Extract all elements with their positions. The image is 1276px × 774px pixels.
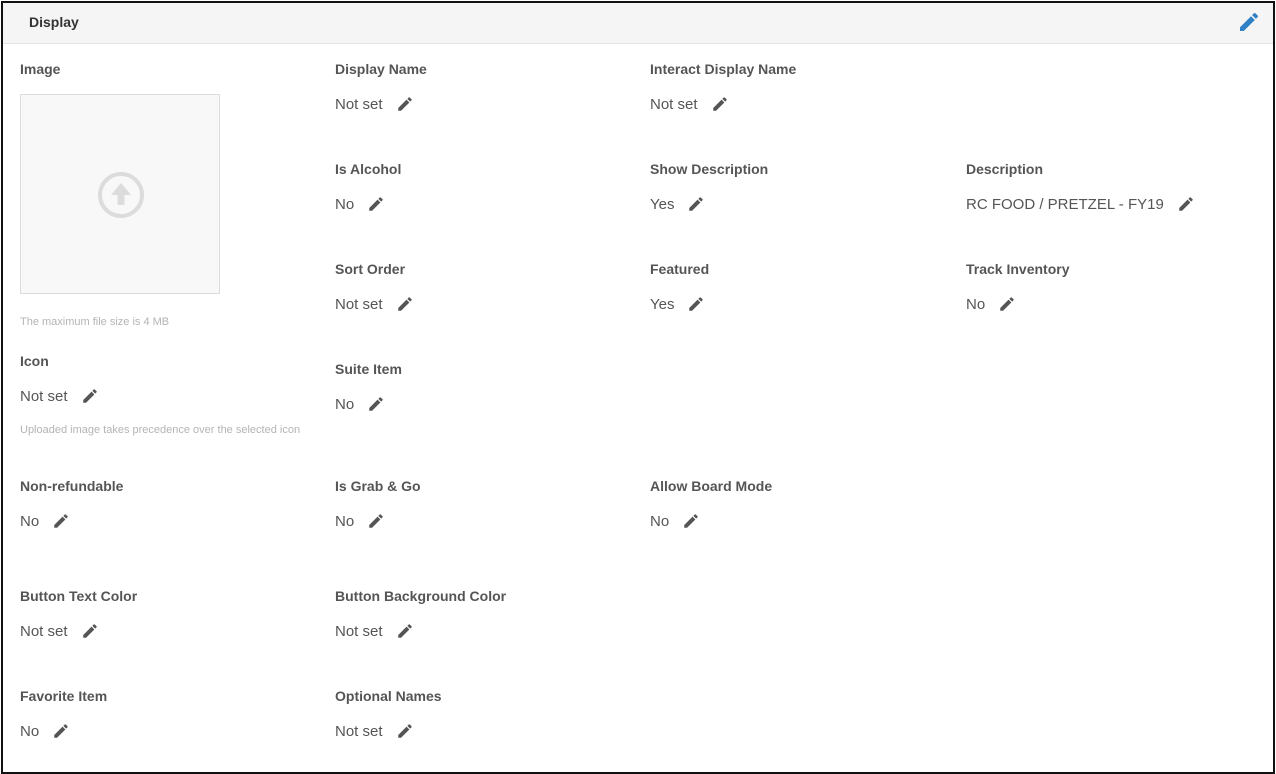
favorite-item-value: No	[20, 722, 40, 740]
edit-favorite-item-pencil-icon[interactable]	[52, 722, 70, 740]
interact-display-name-label: Interact Display Name	[650, 61, 797, 77]
optional-names-value: Not set	[335, 722, 383, 740]
edit-is-alcohol-pencil-icon[interactable]	[367, 195, 385, 213]
button-text-color-label: Button Text Color	[20, 588, 138, 604]
is-alcohol-value: No	[335, 195, 355, 213]
suite-item-value: No	[335, 395, 355, 413]
edit-allow-board-mode-pencil-icon[interactable]	[682, 512, 700, 530]
image-upload-dropzone[interactable]	[20, 94, 220, 294]
edit-non-refundable-pencil-icon[interactable]	[52, 512, 70, 530]
edit-is-grab-and-go-pencil-icon[interactable]	[367, 512, 385, 530]
show-description-value: Yes	[650, 195, 675, 213]
panel-title: Display	[29, 14, 79, 30]
edit-sort-order-pencil-icon[interactable]	[396, 295, 414, 313]
button-text-color-value: Not set	[20, 622, 68, 640]
panel-header: Display	[3, 3, 1273, 44]
description-label: Description	[966, 161, 1044, 177]
edit-interact-display-name-pencil-icon[interactable]	[711, 95, 729, 113]
interact-display-name-value: Not set	[650, 95, 698, 113]
icon-precedence-hint: Uploaded image takes precedence over the…	[20, 424, 301, 436]
edit-description-pencil-icon[interactable]	[1177, 195, 1195, 213]
track-inventory-value: No	[966, 295, 986, 313]
allow-board-mode-label: Allow Board Mode	[650, 478, 773, 494]
edit-display-name-pencil-icon[interactable]	[396, 95, 414, 113]
edit-button-background-color-pencil-icon[interactable]	[396, 622, 414, 640]
icon-label: Icon	[20, 353, 49, 369]
edit-section-pencil-icon[interactable]	[1237, 10, 1261, 34]
suite-item-label: Suite Item	[335, 361, 402, 377]
edit-button-text-color-pencil-icon[interactable]	[81, 622, 99, 640]
edit-optional-names-pencil-icon[interactable]	[396, 722, 414, 740]
display-panel: Display Image The maximum file size is 4…	[1, 1, 1275, 774]
image-label: Image	[20, 61, 61, 77]
edit-track-inventory-pencil-icon[interactable]	[998, 295, 1016, 313]
featured-value: Yes	[650, 295, 675, 313]
sort-order-value: Not set	[335, 295, 383, 313]
display-name-value: Not set	[335, 95, 383, 113]
description-value: RC FOOD / PRETZEL - FY19	[966, 195, 1164, 213]
edit-icon-pencil-icon[interactable]	[81, 387, 99, 405]
show-description-label: Show Description	[650, 161, 769, 177]
favorite-item-label: Favorite Item	[20, 688, 108, 704]
upload-arrow-icon	[98, 172, 144, 218]
edit-show-description-pencil-icon[interactable]	[687, 195, 705, 213]
featured-label: Featured	[650, 261, 710, 277]
is-grab-and-go-label: Is Grab & Go	[335, 478, 421, 494]
is-alcohol-label: Is Alcohol	[335, 161, 402, 177]
non-refundable-value: No	[20, 512, 40, 530]
display-name-label: Display Name	[335, 61, 427, 77]
optional-names-label: Optional Names	[335, 688, 442, 704]
edit-suite-item-pencil-icon[interactable]	[367, 395, 385, 413]
button-background-color-value: Not set	[335, 622, 383, 640]
track-inventory-label: Track Inventory	[966, 261, 1070, 277]
button-background-color-label: Button Background Color	[335, 588, 507, 604]
non-refundable-label: Non-refundable	[20, 478, 124, 494]
icon-value: Not set	[20, 387, 68, 405]
image-size-hint: The maximum file size is 4 MB	[20, 316, 170, 328]
allow-board-mode-value: No	[650, 512, 670, 530]
sort-order-label: Sort Order	[335, 261, 406, 277]
is-grab-and-go-value: No	[335, 512, 355, 530]
edit-featured-pencil-icon[interactable]	[687, 295, 705, 313]
